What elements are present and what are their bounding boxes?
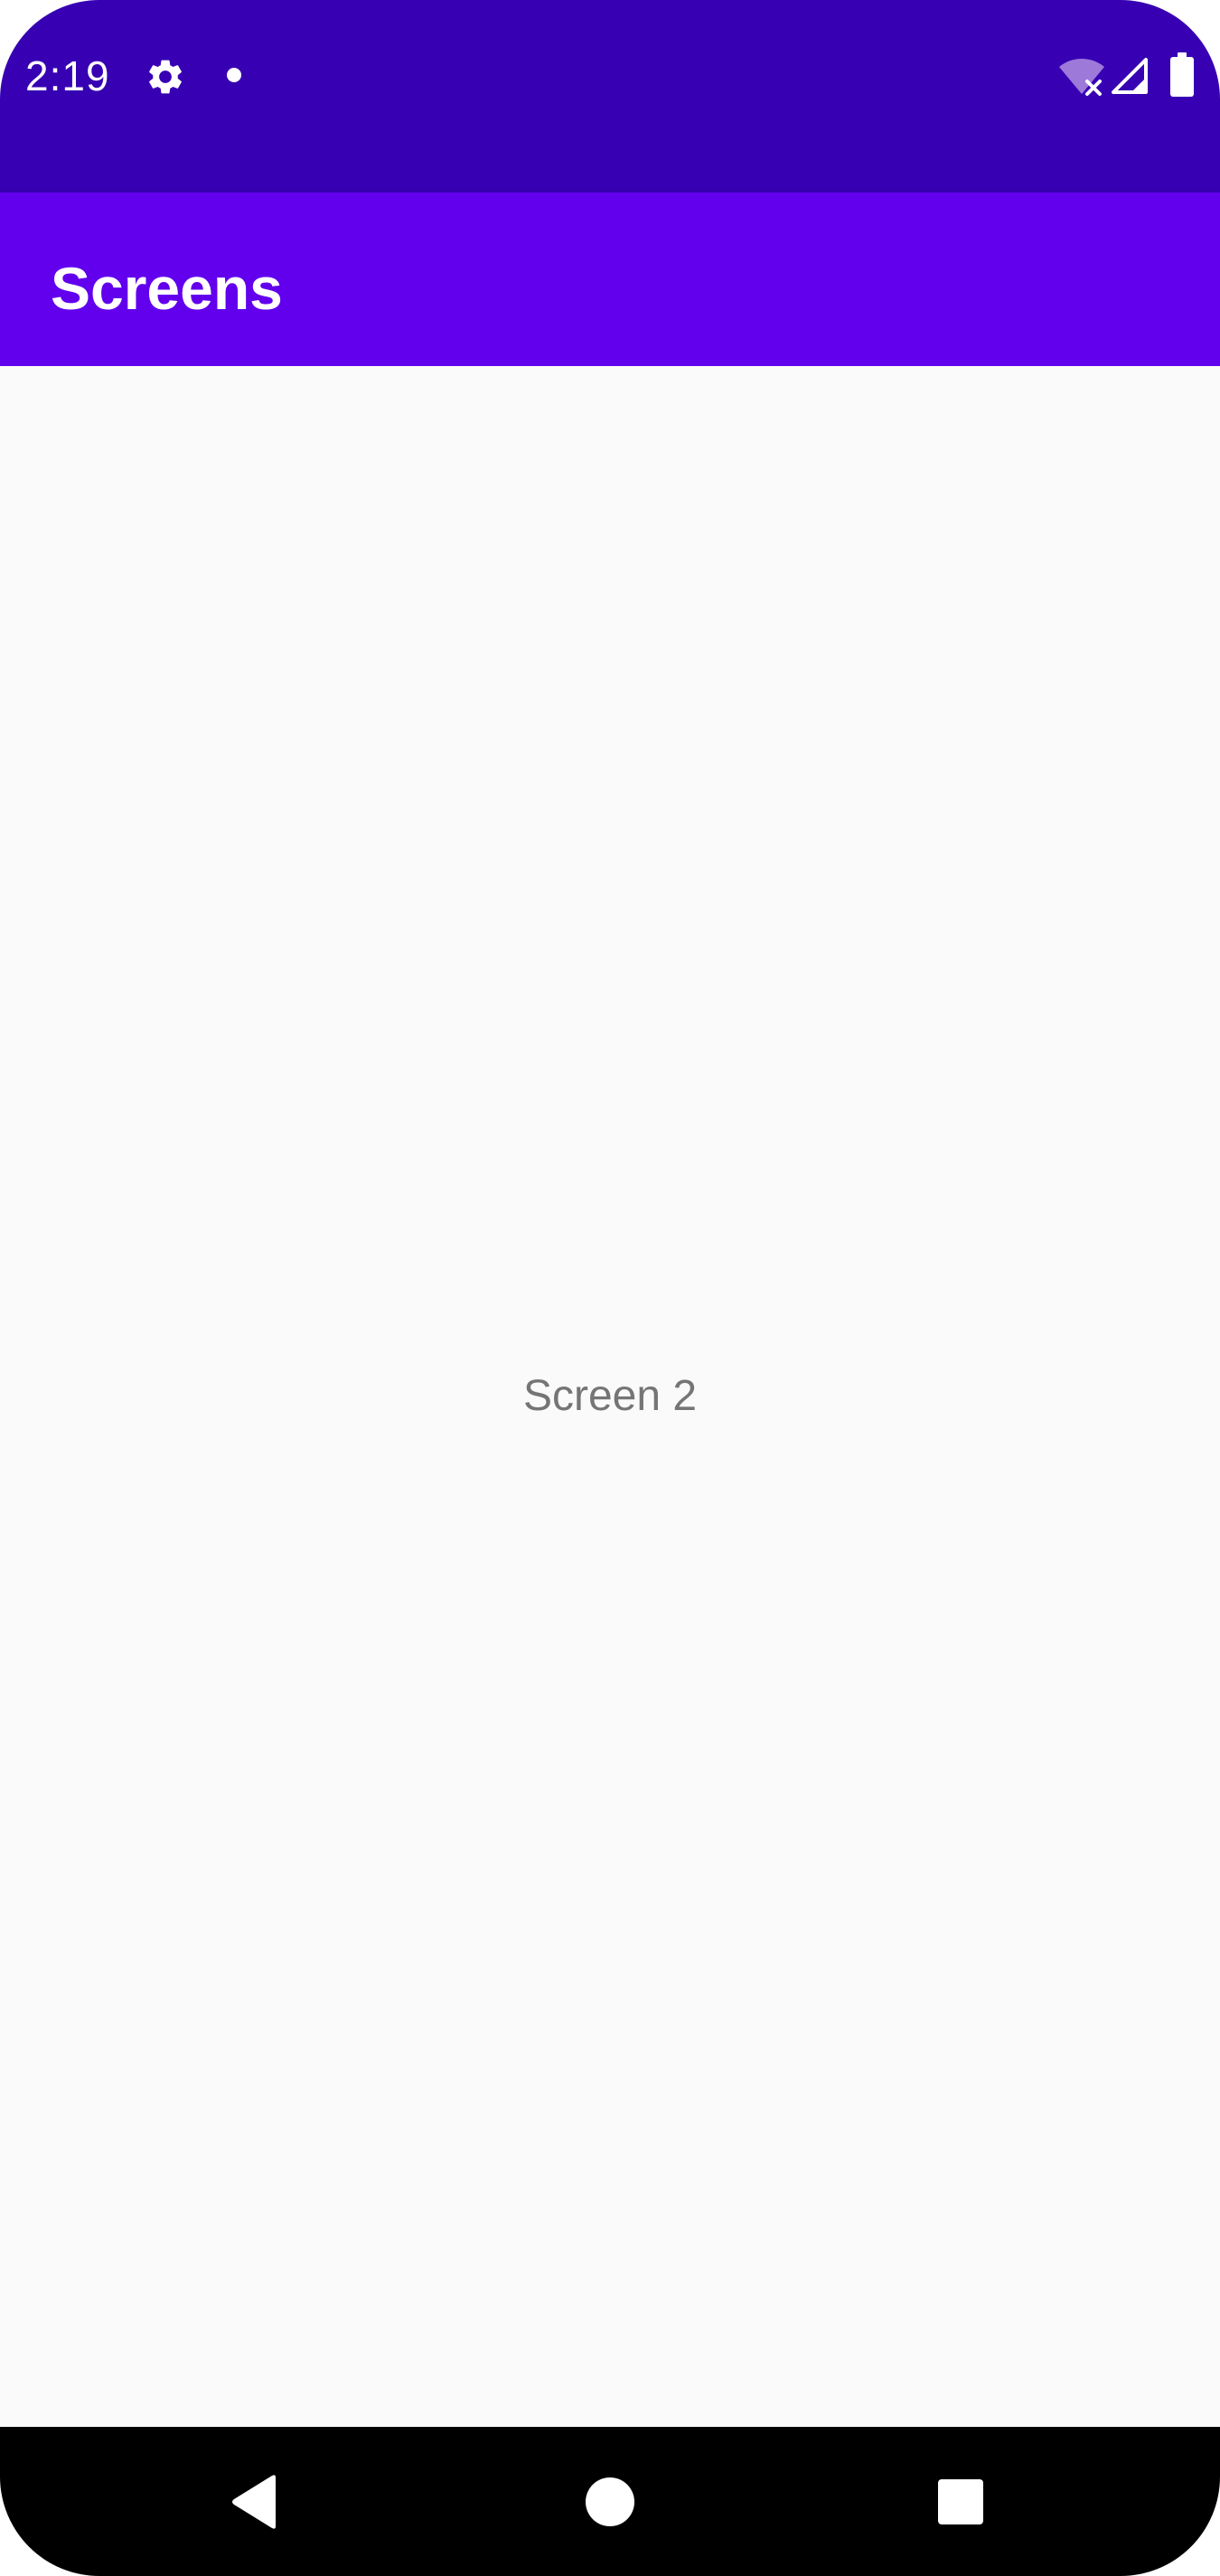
app-title: Screens <box>51 255 283 322</box>
status-bar: 2:19 <box>0 0 1220 193</box>
recents-button[interactable] <box>870 2427 1051 2576</box>
main-content: Screen 2 <box>0 366 1220 2427</box>
back-button[interactable] <box>164 2427 345 2576</box>
home-icon <box>586 2477 634 2526</box>
wifi-off-icon <box>1059 59 1104 96</box>
status-time: 2:19 <box>25 52 110 99</box>
home-button[interactable] <box>520 2427 700 2576</box>
battery-icon <box>1170 52 1194 97</box>
navigation-bar <box>0 2427 1220 2576</box>
screen-label: Screen 2 <box>522 1372 698 1420</box>
cell-signal-icon <box>1112 58 1148 94</box>
notification-dot-icon <box>227 68 241 82</box>
recents-icon <box>938 2478 983 2524</box>
settings-icon <box>149 60 182 94</box>
phone-screen: 2:19 Screens Screen 2 <box>0 0 1220 2576</box>
app-bar: Screens <box>0 193 1220 366</box>
back-icon <box>232 2474 276 2529</box>
